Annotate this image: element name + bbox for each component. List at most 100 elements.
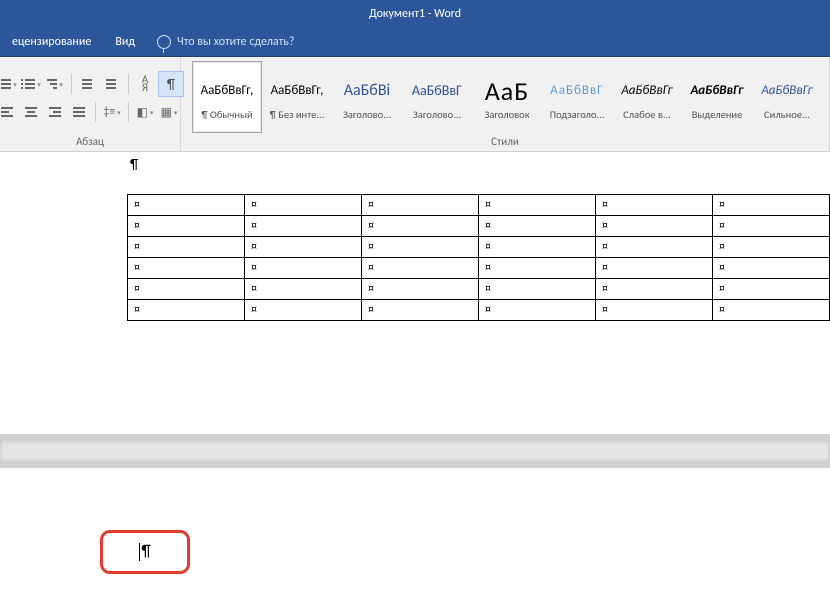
table-cell[interactable]: ¤ [245,216,362,237]
indent-icon [106,78,118,90]
style-sample: АаБбВі [344,74,390,108]
group-paragraph: ▾ ▾ ▾ [0,57,181,151]
table-cell[interactable]: ¤ [479,237,596,258]
style-name: Заголово... [343,108,391,121]
table-row[interactable]: ¤¤¤¤¤¤ [128,216,830,237]
document-area[interactable]: ¶ ¤¤¤¤¤¤¤¤¤¤¤¤¤¤¤¤¤¤¤¤¤¤¤¤¤¤¤¤¤¤¤¤¤¤¤¤ ¶ [0,152,830,592]
style-name: Выделение [692,108,743,121]
shading-button[interactable]: ◧▾ [134,101,156,123]
table-cell[interactable]: ¤ [245,195,362,216]
align-right-icon [49,107,61,117]
table-cell[interactable]: ¤ [713,258,830,279]
tab-review[interactable]: ецензирование [0,28,103,56]
table-cell[interactable]: ¤ [245,258,362,279]
tab-view[interactable]: Вид [103,28,147,56]
style-tile[interactable]: АаБбВвГЗаголово... [402,61,472,133]
increase-indent-button[interactable] [101,73,123,95]
sort-icon: AЯ [142,76,148,92]
ribbon: ▾ ▾ ▾ [0,57,830,152]
table-cell[interactable]: ¤ [128,237,245,258]
table-cell[interactable]: ¤ [596,216,713,237]
document-table[interactable]: ¤¤¤¤¤¤¤¤¤¤¤¤¤¤¤¤¤¤¤¤¤¤¤¤¤¤¤¤¤¤¤¤¤¤¤¤ [127,194,830,321]
style-name: ¶ Без инте... [270,108,325,121]
table-cell[interactable]: ¤ [245,279,362,300]
table-cell[interactable]: ¤ [713,195,830,216]
align-right-button[interactable] [44,101,66,123]
table-cell[interactable]: ¤ [479,195,596,216]
sort-button[interactable]: AЯ [134,73,156,95]
window-title: Документ1 - Word [369,7,461,21]
style-tile[interactable]: АаБбВвГгСильное... [752,61,822,133]
borders-icon: ▦ [161,105,172,120]
table-cell[interactable]: ¤ [245,300,362,321]
table-cell[interactable]: ¤ [479,300,596,321]
align-left-button[interactable] [0,101,18,123]
align-center-button[interactable] [20,101,42,123]
table-cell[interactable]: ¤ [596,195,713,216]
justify-button[interactable] [68,101,90,123]
numbering-button[interactable]: ▾ [20,73,42,95]
borders-button[interactable]: ▦▾ [158,101,180,123]
line-spacing-button[interactable]: ‡≡▾ [101,101,123,123]
style-sample: АаБбВвГ [412,74,462,108]
style-tile[interactable]: АаБбВвГПодзаголо... [542,61,612,133]
group-styles: АаБбВвГг,¶ ОбычныйАаБбВвГг,¶ Без инте...… [181,57,830,151]
table-cell[interactable]: ¤ [596,237,713,258]
table-cell[interactable]: ¤ [713,216,830,237]
style-tile[interactable]: АаБЗаголовок [472,61,542,133]
table-cell[interactable]: ¤ [713,237,830,258]
table-cell[interactable]: ¤ [245,237,362,258]
line-spacing-icon: ‡≡ [103,105,115,119]
style-tile[interactable]: АаБбВвГгВыделение [682,61,752,133]
decrease-indent-button[interactable] [77,73,99,95]
style-name: Сильное... [764,108,810,121]
table-cell[interactable]: ¤ [713,300,830,321]
table-cell[interactable]: ¤ [362,216,479,237]
table-row[interactable]: ¤¤¤¤¤¤ [128,258,830,279]
table-cell[interactable]: ¤ [128,195,245,216]
table-cell[interactable]: ¤ [362,258,479,279]
group-label-paragraph: Абзац [0,133,180,151]
table-row[interactable]: ¤¤¤¤¤¤ [128,195,830,216]
table-cell[interactable]: ¤ [596,279,713,300]
page-1[interactable]: ¶ ¤¤¤¤¤¤¤¤¤¤¤¤¤¤¤¤¤¤¤¤¤¤¤¤¤¤¤¤¤¤¤¤¤¤¤¤ ¶ [0,152,830,592]
style-tile[interactable]: АаБбВвГг,¶ Обычный [192,61,262,133]
justify-icon [73,107,85,117]
table-cell[interactable]: ¤ [362,279,479,300]
style-tile[interactable]: АаБбВвГгСлабое в... [612,61,682,133]
table-cell[interactable]: ¤ [596,300,713,321]
table-cell[interactable]: ¤ [128,216,245,237]
styles-gallery[interactable]: АаБбВвГг,¶ ОбычныйАаБбВвГг,¶ Без инте...… [188,57,822,133]
style-name: Слабое в... [623,108,671,121]
table-cell[interactable]: ¤ [362,237,479,258]
align-left-icon [1,107,13,117]
table-cell[interactable]: ¤ [479,258,596,279]
paint-bucket-icon: ◧ [137,105,148,120]
table-row[interactable]: ¤¤¤¤¤¤ [128,279,830,300]
table-cell[interactable]: ¤ [128,279,245,300]
style-tile[interactable]: АаБбВіЗаголово... [332,61,402,133]
table-cell[interactable]: ¤ [362,195,479,216]
style-sample: АаБ [485,74,529,108]
table-row[interactable]: ¤¤¤¤¤¤ [128,300,830,321]
table-cell[interactable]: ¤ [713,279,830,300]
tell-me-placeholder: Что вы хотите сделать? [177,35,294,49]
style-name: Подзаголо... [550,108,605,121]
style-sample: АаБбВвГг [761,74,812,108]
ribbon-tabs: ецензирование Вид Что вы хотите сделать? [0,28,830,57]
table-cell[interactable]: ¤ [479,279,596,300]
multilevel-list-button[interactable]: ▾ [44,73,66,95]
table-row[interactable]: ¤¤¤¤¤¤ [128,237,830,258]
lightbulb-icon [157,35,171,49]
table-cell[interactable]: ¤ [596,258,713,279]
style-tile[interactable]: АаБбВвГг,¶ Без инте... [262,61,332,133]
table-cell[interactable]: ¤ [479,216,596,237]
outdent-icon [82,78,94,90]
pilcrow-icon: ¶ [167,76,175,93]
tell-me-search[interactable]: Что вы хотите сделать? [147,35,304,49]
bullets-button[interactable]: ▾ [0,73,18,95]
table-cell[interactable]: ¤ [128,258,245,279]
table-cell[interactable]: ¤ [128,300,245,321]
style-name: ¶ Обычный [201,108,252,121]
table-cell[interactable]: ¤ [362,300,479,321]
